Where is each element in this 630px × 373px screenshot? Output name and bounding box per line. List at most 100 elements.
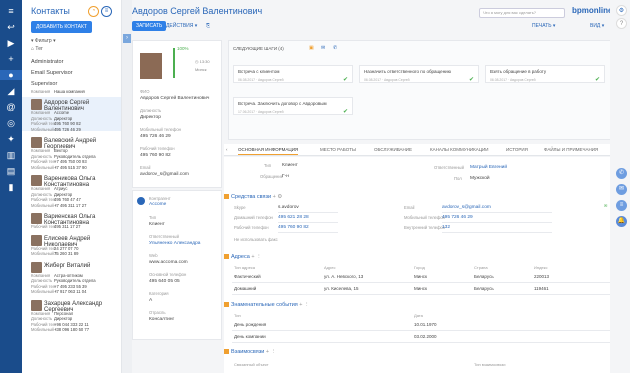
building-icon[interactable]: ▥: [5, 150, 17, 160]
company-link[interactable]: Accome: [149, 202, 166, 207]
task-card[interactable]: Встреча. Заключить договор с Авдоровым 17…: [233, 97, 353, 115]
view-menu[interactable]: ВИД ▾: [590, 23, 604, 29]
task-card[interactable]: Взять обращение в работу 06.08.2017 · Авд…: [485, 65, 605, 83]
filter-link[interactable]: ▾ Фильтр ▾: [31, 38, 56, 44]
task-card[interactable]: Встреча с клиентом 06.08.2017 · Авдоров С…: [233, 65, 353, 83]
field-value[interactable]: www.accoma.com: [149, 260, 188, 265]
dashboard-icon[interactable]: ◔: [88, 6, 99, 17]
type-field[interactable]: Клиент: [282, 163, 298, 168]
field-value[interactable]: Авдоров Сергей Валентинович: [140, 96, 209, 101]
notifications-icon[interactable]: 🔔: [616, 216, 627, 227]
table-cell[interactable]: 220013: [534, 274, 549, 279]
table-cell[interactable]: День компании: [234, 334, 266, 339]
globe-icon[interactable]: ◎: [5, 118, 17, 128]
collapse-handle[interactable]: ›: [123, 34, 131, 43]
send-email-icon[interactable]: ✉: [604, 203, 608, 208]
attachment-icon[interactable]: ⎘: [206, 23, 210, 29]
group-item[interactable]: Administrator: [31, 59, 63, 65]
phone-icon[interactable]: ✆: [616, 168, 627, 179]
comm-value[interactable]: avdorov_s@gmail.com: [442, 205, 491, 210]
call-icon[interactable]: ✆: [333, 45, 337, 51]
tab-channels[interactable]: КАНАЛЫ КОММУНИКАЦИИ: [430, 147, 489, 152]
table-cell[interactable]: 10.01.1970: [414, 322, 437, 327]
relations-section[interactable]: Взаимосвязи + ⋮: [224, 349, 276, 355]
save-button[interactable]: ЗАПИСАТЬ: [132, 21, 167, 31]
comm-value[interactable]: s.avdorov: [278, 205, 299, 210]
idea-icon[interactable]: ✦: [5, 134, 17, 144]
help-icon[interactable]: ?: [616, 18, 627, 29]
settings-icon[interactable]: ⚙: [616, 5, 627, 16]
contact-list-item[interactable]: Жиберг Виталий Компания Астра-оптиком Должн…: [22, 260, 121, 294]
comm-value[interactable]: 495 726 46 29: [442, 215, 473, 220]
table-cell[interactable]: 03.02.2000: [414, 334, 437, 339]
play-icon[interactable]: ▶: [5, 38, 17, 48]
email-icon[interactable]: ✉: [321, 45, 325, 51]
field-value[interactable]: A: [149, 298, 152, 303]
contact-list-item[interactable]: Вариенская Ольга Константиновна Рабочий т…: [22, 211, 121, 229]
group-item[interactable]: Email Supervisor: [31, 70, 73, 76]
task-icon[interactable]: ▣: [309, 45, 314, 51]
field-value: +7 917 063 11 04: [54, 289, 87, 294]
table-cell[interactable]: Беларусь: [474, 286, 494, 291]
table-cell[interactable]: День рождения: [234, 322, 266, 327]
events-section[interactable]: Знаменательные события + ⋮: [224, 302, 310, 308]
menu-icon[interactable]: ≡: [5, 6, 17, 16]
table-cell[interactable]: Домашний: [234, 286, 256, 291]
comm-value[interactable]: 495 760 90 82: [278, 225, 309, 230]
chart-icon[interactable]: ▮: [5, 182, 17, 192]
table-cell[interactable]: ул. А. Невского, 13: [324, 274, 363, 279]
comm-value[interactable]: 495 621 28 28: [278, 215, 309, 220]
contacts-icon[interactable]: ●: [0, 70, 22, 80]
field-label: Ответственный: [149, 234, 179, 239]
tab-service[interactable]: ОБСЛУЖИВАНИЕ: [374, 147, 412, 152]
tab-work-place[interactable]: МЕСТО РАБОТЫ: [320, 147, 356, 152]
salutation-field[interactable]: Г-н: [282, 174, 289, 179]
field-value[interactable]: 495 760 90 82: [140, 153, 171, 158]
tag-link[interactable]: ⌂ Тег: [31, 46, 43, 52]
table-cell[interactable]: Фактический: [234, 274, 261, 279]
field-value[interactable]: Ульяненко Александра: [149, 241, 200, 246]
field-value[interactable]: Клиент: [149, 222, 165, 227]
contact-list-item[interactable]: Вареникова Ольга Константиновна Компания А…: [22, 173, 121, 208]
field-value[interactable]: Директор: [140, 115, 161, 120]
search-input[interactable]: Что я могу для вас сделать?: [479, 8, 565, 18]
tab-main-info[interactable]: ОСНОВНАЯ ИНФОРМАЦИЯ: [238, 147, 299, 155]
gender-field[interactable]: Мужской: [470, 176, 490, 181]
addresses-section[interactable]: Адреса + ⋮: [224, 254, 262, 260]
group-item[interactable]: Supervisor: [31, 81, 57, 87]
contact-list-item[interactable]: Захарцев Александр Сергеевич Компания Перс…: [22, 298, 121, 332]
table-cell[interactable]: Минск: [414, 286, 427, 291]
at-icon[interactable]: @: [5, 102, 17, 112]
print-menu[interactable]: ПЕЧАТЬ ▾: [532, 23, 555, 29]
field-label: Компания: [31, 110, 51, 115]
tab-history[interactable]: ИСТОРИЯ: [506, 147, 528, 152]
field-value[interactable]: 495 640 05 05: [149, 279, 180, 284]
table-cell[interactable]: Минск: [414, 274, 427, 279]
tab-files[interactable]: ФАЙЛЫ И ПРИМЕЧАНИЯ: [544, 147, 598, 152]
table-cell[interactable]: Беларусь: [474, 274, 494, 279]
table-cell[interactable]: ул. Киселева, 15: [324, 286, 359, 291]
docs-icon[interactable]: ▤: [5, 166, 17, 176]
no-fax-label[interactable]: Не использовать факс: [234, 237, 278, 242]
feed-icon[interactable]: ≡: [616, 200, 627, 211]
add-contact-button[interactable]: ДОБАВИТЬ КОНТАКТ: [31, 21, 92, 33]
field-label: Рабочий тел.: [31, 121, 57, 126]
task-card[interactable]: Назначить ответственного по обращению 06.…: [359, 65, 479, 83]
comm-section[interactable]: Средства связи + ⚙: [224, 194, 282, 200]
actions-menu[interactable]: ДЕЙСТВИЯ ▾: [166, 23, 197, 29]
campaign-icon[interactable]: ◢: [5, 86, 17, 96]
comm-value[interactable]: 132: [442, 225, 450, 230]
field-value[interactable]: Консалтинг: [149, 317, 174, 322]
contact-list-item[interactable]: Авдоров Сергей Валентинович Компания Accom…: [22, 97, 121, 132]
field-value[interactable]: 495 726 46 29: [140, 134, 171, 139]
owner-link[interactable]: Матрый Евгений: [470, 165, 507, 170]
plus-icon[interactable]: +: [5, 54, 17, 64]
list-icon[interactable]: ≡: [101, 6, 112, 17]
contact-list-item[interactable]: Елисеев Андрей Николаевич Рабочий тел. 24 …: [22, 233, 121, 256]
tab-prev-icon[interactable]: ‹: [226, 147, 228, 152]
mail-icon[interactable]: ✉: [616, 184, 627, 195]
table-cell[interactable]: 119461: [534, 286, 549, 291]
back-icon[interactable]: ↩: [5, 22, 17, 32]
contact-list-item[interactable]: Валевский Андрей Георгиевич Компания Векто…: [22, 135, 121, 170]
field-value[interactable]: avdorov_s@gmail.com: [140, 172, 189, 177]
